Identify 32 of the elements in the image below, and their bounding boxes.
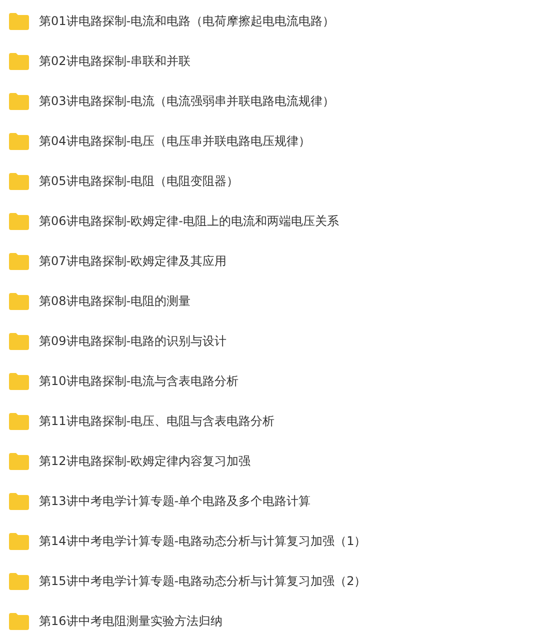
folder-name[interactable]: 第13讲中考电学计算专题-单个电路及多个电路计算 — [39, 492, 311, 510]
folder-icon — [9, 332, 29, 350]
folder-name[interactable]: 第15讲中考电学计算专题-电路动态分析与计算复习加强（2） — [39, 572, 366, 590]
folder-name[interactable]: 第04讲电路探制-电压（电压串并联电路电压规律） — [39, 132, 311, 150]
folder-icon — [9, 12, 29, 30]
folder-name[interactable]: 第09讲电路探制-电路的识别与设计 — [39, 332, 227, 350]
folder-name[interactable]: 第02讲电路探制-串联和并联 — [39, 52, 191, 70]
folder-icon — [9, 292, 29, 310]
folder-name[interactable]: 第03讲电路探制-电流（电流强弱串并联电路电流规律） — [39, 92, 335, 110]
folder-icon — [9, 212, 29, 230]
folder-name[interactable]: 第11讲电路探制-电压、电阻与含表电路分析 — [39, 412, 275, 430]
folder-icon — [9, 452, 29, 470]
folder-icon — [9, 252, 29, 270]
folder-name[interactable]: 第12讲电路探制-欧姆定律内容复习加强 — [39, 452, 251, 470]
folder-name[interactable]: 第01讲电路探制-电流和电路（电荷摩擦起电电流电路） — [39, 12, 335, 30]
folder-icon — [9, 52, 29, 70]
folder-name[interactable]: 第07讲电路探制-欧姆定律及其应用 — [39, 252, 227, 270]
folder-icon — [9, 92, 29, 110]
folder-name[interactable]: 第05讲电路探制-电阻（电阻变阻器） — [39, 172, 239, 190]
folder-name[interactable]: 第16讲中考电阻测量实验方法归纳 — [39, 612, 222, 630]
folder-name[interactable]: 第10讲电路探制-电流与含表电路分析 — [39, 372, 239, 390]
folder-name[interactable]: 第06讲电路探制-欧姆定律-电阻上的电流和两端电压关系 — [39, 212, 339, 230]
folder-icon — [9, 132, 29, 150]
folder-icon — [9, 372, 29, 390]
folder-icon — [9, 532, 29, 550]
folder-icon — [9, 612, 29, 630]
folder-name[interactable]: 第08讲电路探制-电阻的测量 — [39, 292, 191, 310]
folder-icon — [9, 572, 29, 590]
folder-name[interactable]: 第14讲中考电学计算专题-电路动态分析与计算复习加强（1） — [39, 532, 366, 550]
folder-icon — [9, 492, 29, 510]
folder-icon — [9, 172, 29, 190]
folder-icon — [9, 412, 29, 430]
